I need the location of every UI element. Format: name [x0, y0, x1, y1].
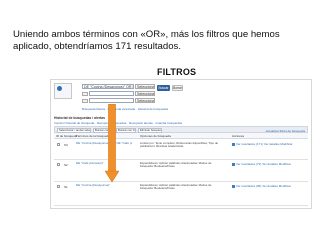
field-select-2[interactable]: Seleccionar un campo: [135, 91, 155, 96]
search-input-3[interactable]: [89, 98, 134, 103]
search-history-screenshot: DE "Cocina (Desayunos)" OR DE "Café (Hor…: [50, 79, 312, 209]
search-row-3: Seleccionar un campo: [82, 98, 155, 103]
search-button[interactable]: Buscar: [157, 85, 170, 91]
col-options: Opciones de búsqueda: [140, 134, 171, 138]
search-row-2: Seleccionar un campo: [82, 91, 155, 96]
row-options: Expandidores: Aplicar palabras relaciona…: [140, 161, 212, 169]
row-options: Expandidores: Aplicar palabras relaciona…: [140, 183, 212, 191]
row-actions: Ver resultados (98) Ver detalles Modific…: [232, 184, 306, 188]
database-logo: [54, 83, 72, 99]
edit-link[interactable]: Modificar: [279, 184, 291, 188]
row-checkbox[interactable]: [57, 185, 60, 188]
field-select-1[interactable]: Seleccionar un campo: [135, 84, 155, 89]
search-row-1: DE "Cocina (Desayunos)" OR DE "Café (Hor…: [82, 84, 155, 89]
search-input-2[interactable]: [89, 91, 134, 96]
clear-button[interactable]: Borrar: [172, 85, 183, 91]
history-toolbar: Seleccionar / anular selección Buscar co…: [54, 126, 308, 133]
refresh-filters-link[interactable]: Actualizar filtros de búsqueda: [266, 129, 305, 133]
slide-caption: Uniendo ambos términos con «OR», más los…: [13, 29, 280, 53]
row-checkbox[interactable]: [57, 143, 60, 146]
history-title: Historial de búsquedas / alertas: [54, 116, 106, 120]
field-select-3[interactable]: Seleccionar un campo: [135, 98, 155, 103]
row-terms: DE "Cocina (Desayunos)": [76, 184, 111, 187]
operator-select-2[interactable]: [82, 91, 88, 96]
row-terms: DE "Café (Horarios)": [76, 162, 104, 165]
search-mode-links[interactable]: Búsqueda básica · Búsqueda avanzada · Hi…: [82, 107, 172, 111]
operator-select-3[interactable]: [82, 98, 88, 103]
down-arrow-icon: [105, 104, 119, 183]
edit-link[interactable]: Modificar: [279, 162, 291, 166]
view-results-link[interactable]: Ver resultados (98): [232, 184, 261, 188]
view-results-link[interactable]: Ver resultados (73): [232, 162, 261, 166]
search-with-or-button[interactable]: Buscar con OR: [116, 128, 136, 133]
table-row: S1 DE "Cocina (Desayunos)" Expandidores:…: [54, 182, 308, 206]
view-details-link[interactable]: Ver detalles: [262, 184, 278, 188]
row-terms: DE "Cocina (Desayunos)" OR DE "Café (Hor…: [76, 142, 132, 145]
view-results-link[interactable]: Ver resultados (171): [232, 142, 263, 146]
history-table-header: ID de búsqueda Términos de la búsqueda O…: [54, 133, 308, 139]
logo-mark-icon: [57, 86, 62, 91]
row-id: S1: [64, 184, 68, 189]
view-details-link[interactable]: Ver detalles: [264, 142, 280, 146]
view-details-link[interactable]: Ver detalles: [262, 162, 278, 166]
search-input-1[interactable]: DE "Cocina (Desayunos)" OR DE "Café (Hor…: [82, 84, 134, 89]
select-all-button[interactable]: Seleccionar / anular selección: [57, 128, 91, 133]
table-row: S3 DE "Cocina (Desayunos)" OR DE "Café (…: [54, 140, 308, 160]
row-id: S2: [64, 162, 68, 167]
row-checkbox[interactable]: [57, 163, 60, 166]
row-actions: Ver resultados (171) Ver detalles Modifi…: [232, 142, 306, 146]
row-options: Limitar por: Texto completo; Referencias…: [140, 141, 219, 149]
row-id: S3: [64, 142, 68, 147]
slide: Uniendo ambos términos con «OR», más los…: [0, 0, 320, 240]
delete-searches-button[interactable]: Eliminar búsquedas: [138, 128, 162, 133]
col-actions: Acciones: [232, 134, 245, 138]
edit-link[interactable]: Modificar: [280, 142, 292, 146]
col-id: ID de búsqueda: [56, 134, 78, 138]
table-row: S2 DE "Café (Horarios)" Expandidores: Ap…: [54, 160, 308, 182]
row-actions: Ver resultados (73) Ver detalles Modific…: [232, 162, 306, 166]
